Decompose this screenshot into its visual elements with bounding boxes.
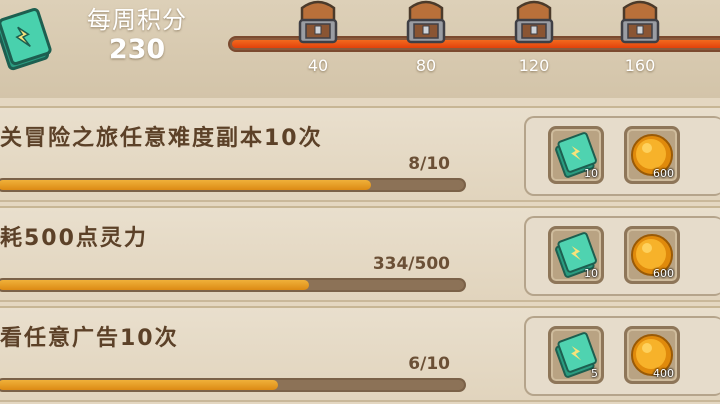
reward-count: 10 — [584, 267, 598, 280]
reward-slot-ticket[interactable]: 5 — [548, 326, 604, 384]
task-progress-text: 8/10 — [408, 154, 450, 174]
weekly-points-header: 每周积分 230 40 80 120 160 — [0, 0, 720, 98]
milestone-label: 40 — [307, 56, 329, 75]
task-progress-bar — [0, 378, 466, 392]
task-row: 关冒险之旅任意难度副本10次 8/10 10 600 — [0, 106, 720, 202]
milestone-chest-160[interactable]: 160 — [610, 0, 670, 78]
reward-slot-gold-coin[interactable]: 400 — [624, 326, 680, 384]
weekly-points-title: 每周积分 — [87, 6, 187, 34]
task-progress-bar — [0, 178, 466, 192]
milestone-chest-40[interactable]: 40 — [288, 0, 348, 78]
reward-slot-gold-coin[interactable]: 600 — [624, 126, 680, 184]
reward-count: 10 — [584, 167, 598, 180]
task-progress-fill — [0, 180, 371, 190]
reward-panel: 10 600 — [524, 216, 720, 296]
milestone-label: 80 — [415, 56, 437, 75]
milestone-chest-80[interactable]: 80 — [396, 0, 456, 78]
task-progress-bar — [0, 278, 466, 292]
chest-icon — [406, 0, 446, 44]
reward-count: 400 — [653, 367, 674, 380]
task-name: 耗500点灵力 — [0, 226, 148, 251]
reward-count: 5 — [591, 367, 598, 380]
task-progress-fill — [0, 280, 309, 290]
reward-slot-ticket[interactable]: 10 — [548, 226, 604, 284]
milestone-chest-120[interactable]: 120 — [504, 0, 564, 78]
reward-count: 600 — [653, 167, 674, 180]
reward-slot-ticket[interactable]: 10 — [548, 126, 604, 184]
weekly-points-value: 230 — [108, 34, 166, 65]
task-row: 耗500点灵力 334/500 10 600 — [0, 206, 720, 302]
chest-icon — [514, 0, 554, 44]
task-name: 关冒险之旅任意难度副本10次 — [0, 126, 323, 151]
reward-panel: 5 400 — [524, 316, 720, 396]
milestone-label: 160 — [624, 56, 656, 75]
task-progress-text: 334/500 — [372, 254, 450, 274]
chest-icon — [620, 0, 660, 44]
task-name: 看任意广告10次 — [0, 326, 179, 351]
task-progress-fill — [0, 380, 278, 390]
task-progress-text: 6/10 — [408, 354, 450, 374]
reward-panel: 10 600 — [524, 116, 720, 196]
chest-icon — [298, 0, 338, 44]
reward-count: 600 — [653, 267, 674, 280]
reward-slot-gold-coin[interactable]: 600 — [624, 226, 680, 284]
ticket-icon — [0, 8, 52, 71]
milestone-label: 120 — [518, 56, 550, 75]
task-row: 看任意广告10次 6/10 5 400 — [0, 306, 720, 402]
task-list[interactable]: 关冒险之旅任意难度副本10次 8/10 10 600 耗500点灵力 334/5… — [0, 98, 720, 404]
